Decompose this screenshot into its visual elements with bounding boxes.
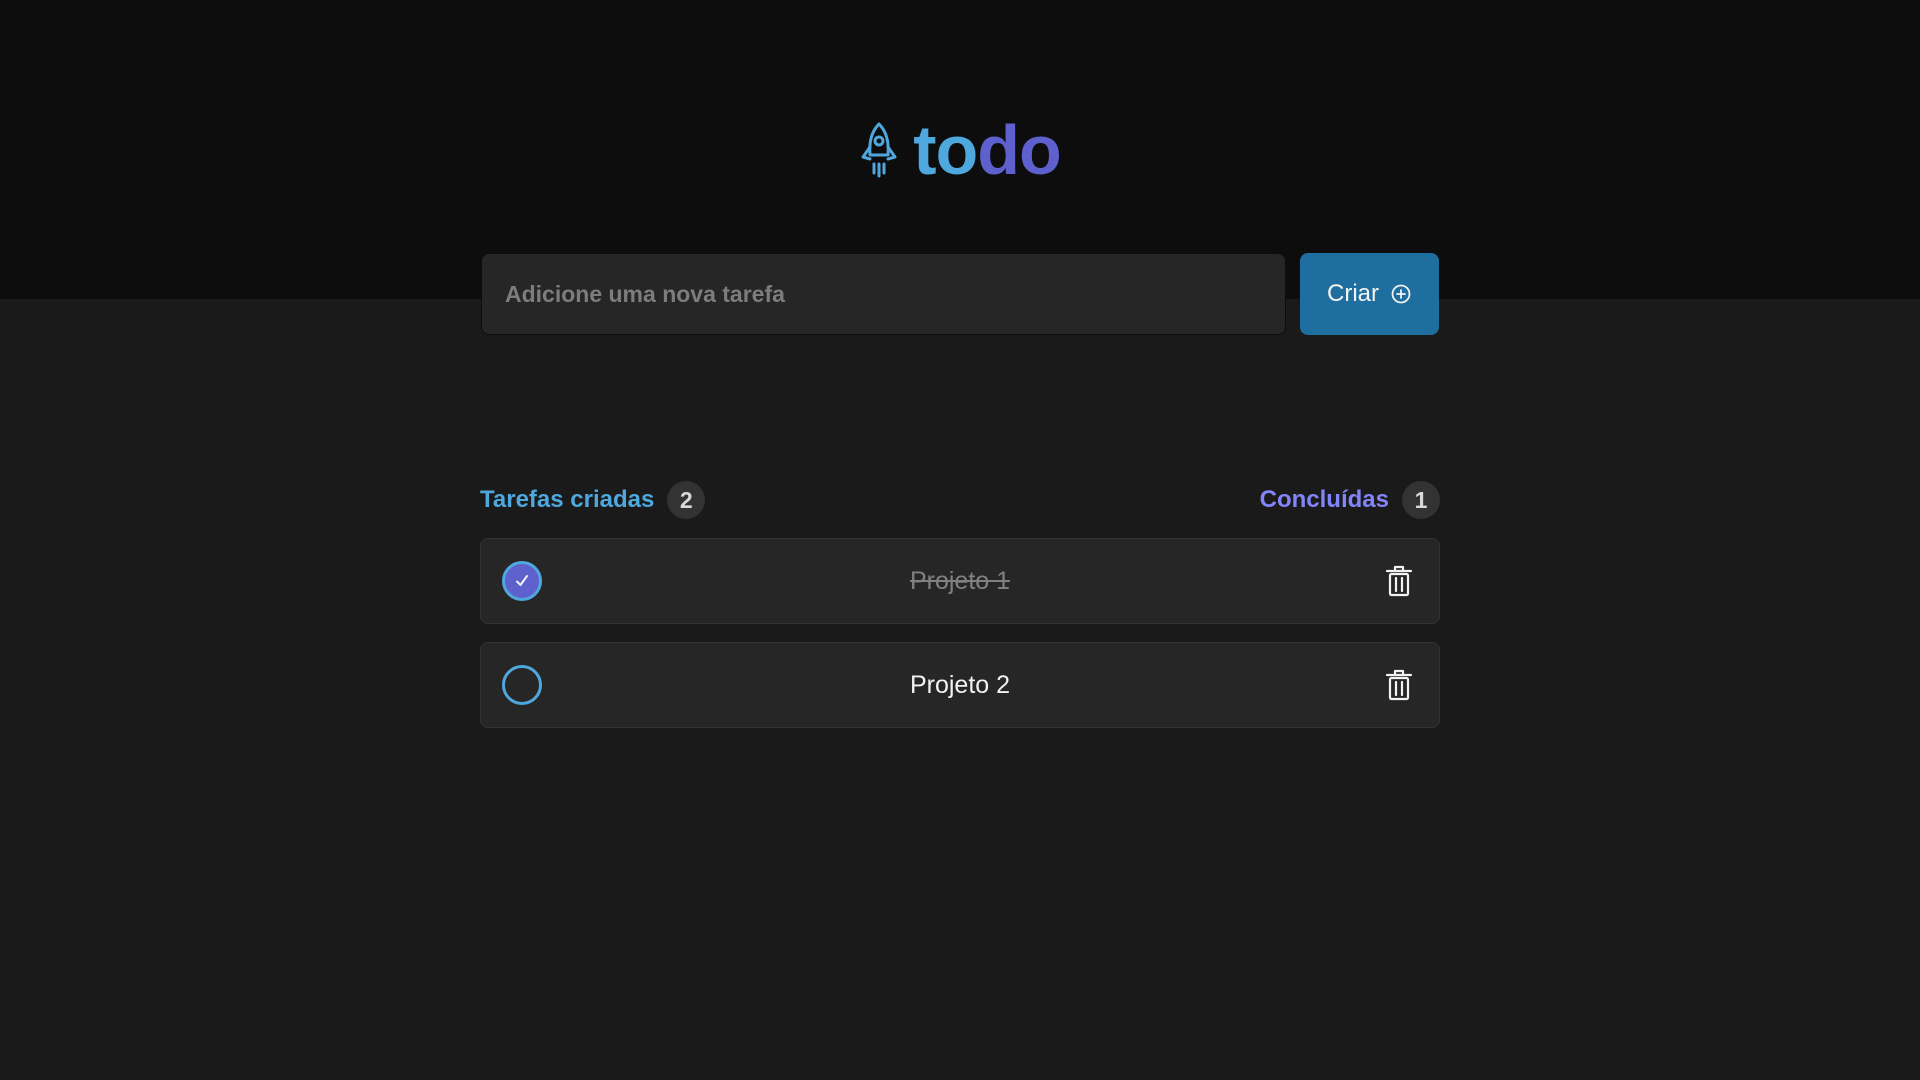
- delete-task-button[interactable]: [1385, 565, 1413, 597]
- task-text: Projeto 1: [909, 566, 1011, 595]
- task-item: Projeto 1: [480, 538, 1440, 624]
- rocket-icon: [861, 122, 897, 178]
- task-text: Projeto 2: [909, 670, 1011, 699]
- task-list: Projeto 1 Projeto 2: [480, 538, 1440, 728]
- trash-icon: [1385, 565, 1413, 597]
- completed-tasks-counter: 1: [1402, 481, 1440, 519]
- created-tasks-label: Tarefas criadas: [480, 486, 655, 513]
- task-item: Projeto 2: [480, 642, 1440, 728]
- new-task-input[interactable]: [481, 253, 1286, 335]
- create-task-button[interactable]: Criar: [1300, 253, 1439, 335]
- logo-wordmark: todo: [913, 115, 1062, 185]
- task-stats: Tarefas criadas 2 Concluídas 1: [480, 479, 1440, 521]
- delete-task-button[interactable]: [1385, 669, 1413, 701]
- new-task-form: Criar: [481, 253, 1439, 335]
- task-checkbox-unchecked[interactable]: [502, 665, 542, 705]
- plus-circle-icon: [1391, 284, 1411, 304]
- create-button-label: Criar: [1327, 280, 1379, 307]
- created-tasks-stat: Tarefas criadas 2: [480, 481, 706, 519]
- logo-text-do: do: [977, 111, 1062, 189]
- checkmark-icon: [516, 575, 528, 586]
- trash-icon: [1385, 669, 1413, 701]
- logo-text-to: to: [913, 111, 978, 189]
- completed-tasks-label: Concluídas: [1259, 486, 1389, 513]
- task-checkbox-checked[interactable]: [502, 561, 542, 601]
- app-logo: todo: [0, 110, 1920, 190]
- completed-tasks-stat: Concluídas 1: [1260, 481, 1440, 519]
- created-tasks-counter: 2: [667, 481, 706, 519]
